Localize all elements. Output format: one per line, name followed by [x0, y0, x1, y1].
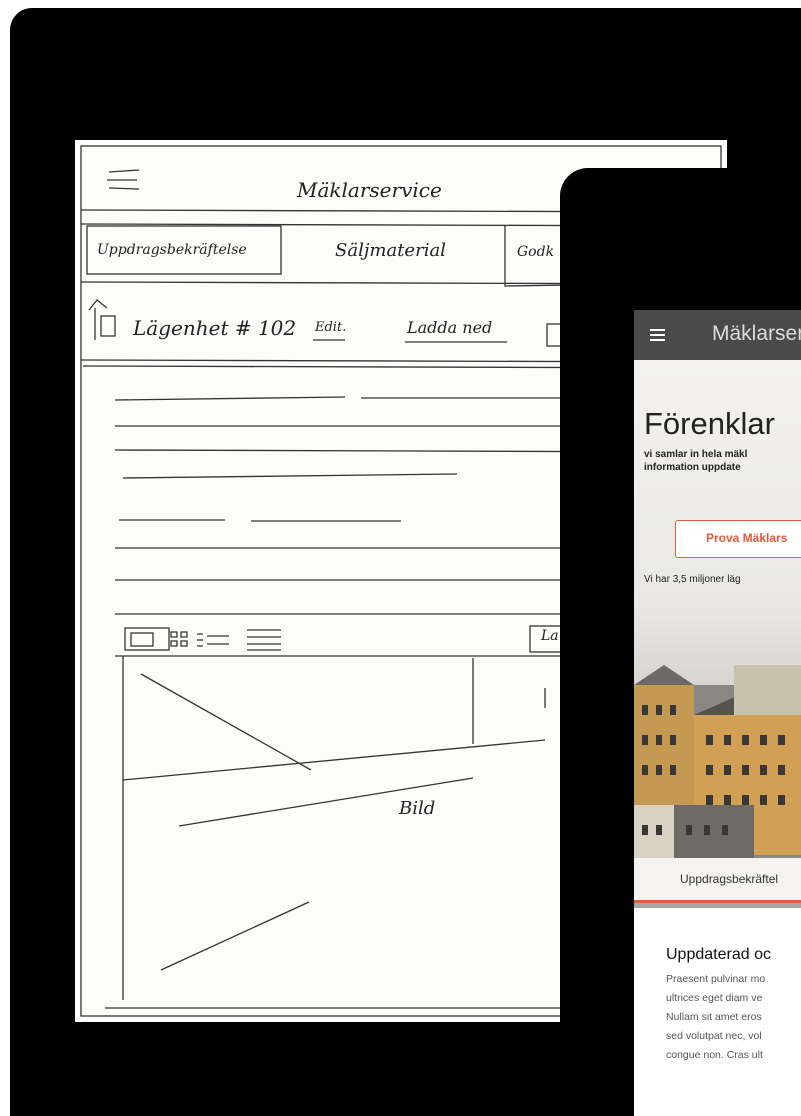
app-bar: Mäklarservice [634, 310, 801, 360]
article-line: Praesent pulvinar mo [666, 973, 766, 985]
hero-subtitle: vi samlar in hela mäkl information uppda… [644, 448, 747, 474]
hero-caption: Uppdragsbekräftel [680, 872, 779, 886]
article-line: congue non. Cras ult [666, 1049, 763, 1061]
hamburger-menu-icon[interactable] [650, 329, 665, 341]
sketch-download-link: Ladda ned [407, 318, 493, 337]
sketch-listing-title: Lägenhet # 102 [133, 316, 297, 340]
article-title: Uppdaterad oc [666, 946, 771, 963]
hero-title: Förenklar [644, 406, 775, 441]
stat-text: Vi har 3,5 miljoner läg [644, 574, 741, 585]
sketch-tab-uppdrag: Uppdragsbekräftelse [97, 242, 247, 258]
sketch-button-fragment: La [541, 628, 559, 644]
try-service-button-label: Prova Mäklars [706, 531, 788, 545]
hero-section: Förenklar vi samlar in hela mäkl informa… [634, 360, 801, 908]
hero-subtitle-line: information uppdate [644, 462, 741, 473]
sketch-image-label: Bild [399, 798, 436, 819]
hero-subtitle-line: vi samlar in hela mäkl [644, 449, 748, 460]
article-line: Nullam sit amet eros [666, 1011, 762, 1023]
sketch-tab-saljmaterial: Säljmaterial [335, 240, 446, 261]
app-screen: Mäklarservice Förenklar vi samlar in hel… [634, 310, 801, 1116]
sketch-app-title: Mäklarservice [297, 178, 442, 202]
app-title: Mäklarservice [712, 322, 801, 345]
sketch-tab-godk: Godk [517, 244, 555, 260]
article-body: Praesent pulvinar mo ultrices eget diam … [666, 970, 801, 1065]
try-service-button[interactable]: Prova Mäklars [675, 520, 801, 558]
article-line: ultrices eget diam ve [666, 992, 763, 1004]
hero-caption-bar: Uppdragsbekräftel [634, 858, 801, 903]
article-line: sed volutpat nec, vol [666, 1030, 762, 1042]
sketch-edit-link: Edit. [315, 320, 347, 335]
